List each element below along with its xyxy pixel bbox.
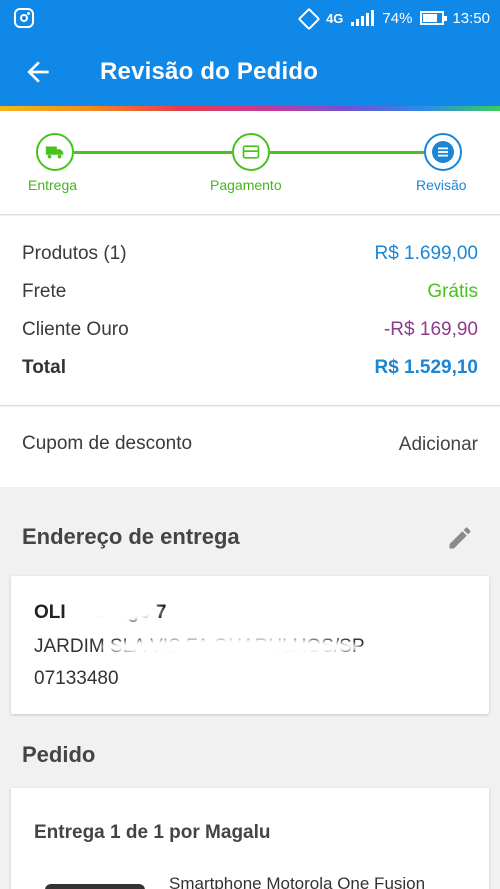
network-type: 4G — [326, 10, 344, 26]
order-summary: Produtos (1) R$ 1.699,00 Frete Grátis Cl… — [0, 216, 500, 406]
gold-discount-value: -R$ 169,90 — [383, 319, 478, 340]
products-value: R$ 1.699,00 — [374, 243, 478, 264]
address-card[interactable]: OLI - antigo 7 JARDIM SLA VIS FA GUARULH… — [11, 576, 489, 714]
summary-row-products: Produtos (1) R$ 1.699,00 — [22, 240, 478, 268]
redaction-smudge — [71, 600, 161, 622]
step-label-pagamento: Pagamento — [210, 177, 282, 193]
step-connector — [74, 151, 232, 154]
rotate-icon — [298, 8, 318, 28]
status-bar: 4G 74% 13:50 — [0, 0, 500, 36]
delivery-info: Entrega 1 de 1 por Magalu — [34, 822, 271, 843]
step-pagamento[interactable] — [232, 133, 270, 171]
checkout-stepper: Entrega Pagamento Revisão — [0, 111, 500, 215]
shipping-value: Grátis — [427, 281, 478, 302]
summary-row-shipping: Frete Grátis — [22, 278, 478, 306]
address-section-title: Endereço de entrega — [22, 524, 240, 549]
redaction-smudge — [101, 638, 361, 656]
product-thumbnail[interactable] — [45, 884, 145, 889]
step-label-entrega: Entrega — [28, 177, 78, 193]
page-title: Revisão do Pedido — [100, 58, 319, 85]
signal-icon — [351, 10, 375, 26]
step-revisao[interactable] — [424, 133, 462, 171]
instagram-icon — [14, 8, 34, 28]
card-icon — [242, 145, 260, 159]
summary-row-total: Total R$ 1.529,10 — [22, 354, 478, 382]
order-card: Entrega 1 de 1 por Magalu Smartphone Mot… — [11, 788, 489, 889]
shipping-label: Frete — [22, 281, 67, 302]
step-entrega[interactable] — [36, 133, 74, 171]
products-label: Produtos (1) — [22, 243, 127, 264]
step-label-revisao: Revisão — [416, 177, 467, 193]
list-icon — [432, 141, 454, 163]
total-value: R$ 1.529,10 — [374, 357, 478, 378]
battery-percent: 74% — [382, 9, 413, 27]
order-section-title: Pedido — [22, 742, 96, 767]
back-arrow-icon[interactable] — [22, 56, 54, 88]
app-header: Revisão do Pedido — [0, 36, 500, 106]
total-label: Total — [22, 357, 66, 378]
step-connector — [270, 151, 424, 154]
product-name[interactable]: Smartphone Motorola One Fusion — [169, 874, 425, 889]
truck-icon — [45, 146, 64, 159]
add-coupon-button[interactable]: Adicionar — [399, 434, 478, 456]
address-zip: 07133480 — [34, 668, 119, 689]
clock: 13:50 — [452, 9, 490, 27]
gold-label: Cliente Ouro — [22, 319, 129, 340]
coupon-row[interactable]: Cupom de desconto Adicionar — [0, 407, 500, 487]
coupon-label: Cupom de desconto — [22, 433, 193, 454]
summary-row-gold: Cliente Ouro -R$ 169,90 — [22, 316, 478, 344]
edit-pencil-icon[interactable] — [446, 524, 474, 552]
battery-icon — [420, 11, 448, 25]
